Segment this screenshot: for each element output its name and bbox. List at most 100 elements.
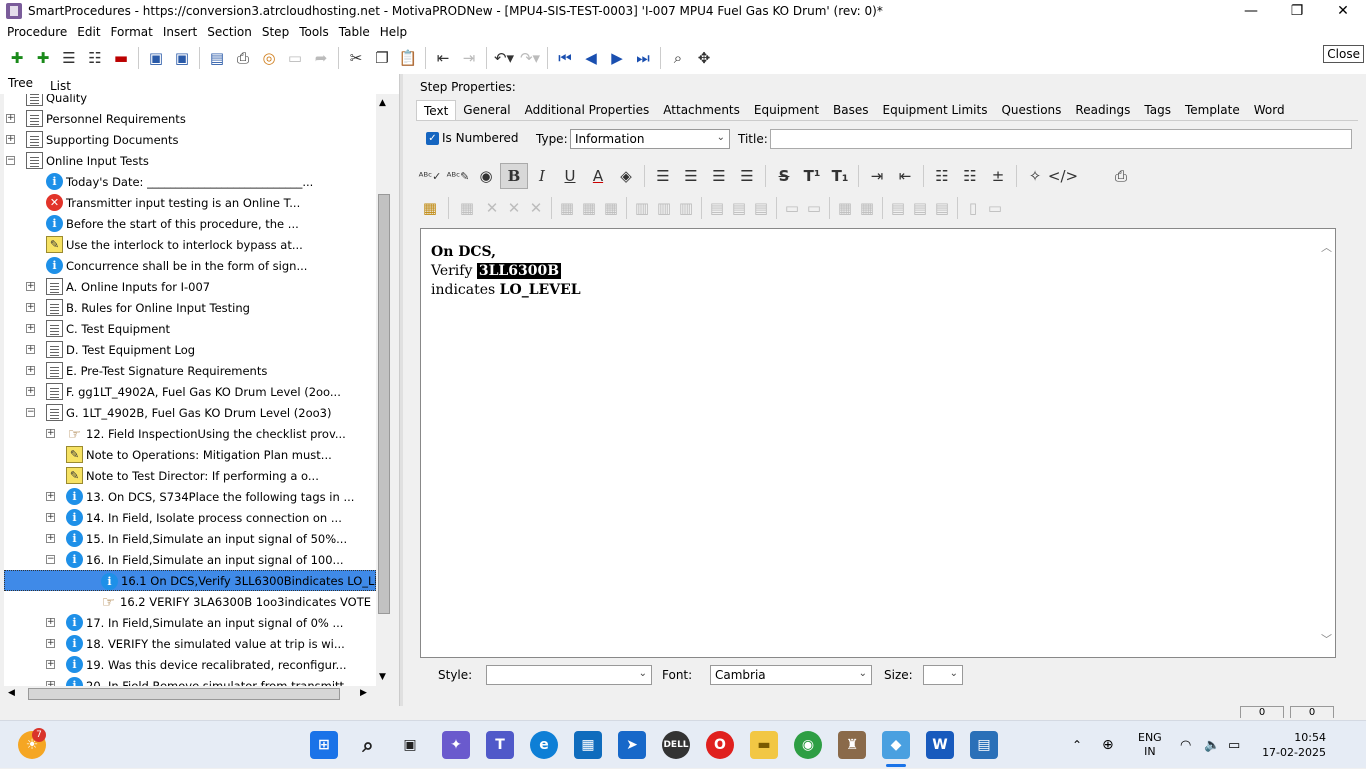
tree-node[interactable]: + i 20. In Field,Remove simulator from tra…	[4, 675, 376, 686]
tree-node[interactable]: − G. 1LT_4902B, Fuel Gas KO Drum Level (2…	[4, 402, 376, 423]
cell-tool-3-icon[interactable]: ▦	[600, 195, 622, 221]
html-source-icon[interactable]: </>	[1048, 163, 1078, 189]
decrease-indent-icon[interactable]: ⇤	[891, 163, 919, 189]
tab-general[interactable]: General	[456, 100, 517, 120]
editor-scroll-down-icon[interactable]: ﹀	[1321, 631, 1332, 647]
font-color-icon[interactable]: A	[584, 163, 612, 189]
menu-section[interactable]: Section	[202, 25, 257, 39]
size-select[interactable]: ⌄	[923, 665, 963, 685]
tree-node[interactable]: + i 17. In Field,Simulate an input signal …	[4, 612, 376, 633]
italic-button[interactable]: I	[528, 163, 556, 189]
tree-vertical-scrollbar[interactable]: ▲ ▼	[376, 94, 392, 686]
tab-template[interactable]: Template	[1178, 100, 1247, 120]
row-tool-3-icon[interactable]: ▤	[750, 195, 772, 221]
expand-icon[interactable]: +	[26, 345, 35, 354]
last-icon[interactable]: ⏭	[630, 45, 656, 71]
expand-icon[interactable]: +	[46, 618, 55, 627]
procedure-tree[interactable]: Quality + Personnel Requirements + Supportin…	[4, 94, 376, 686]
table-props-icon[interactable]: ▦	[453, 195, 481, 221]
tree-horizontal-scrollbar[interactable]: ◀ ▶	[4, 686, 376, 702]
spellcheck-auto-icon[interactable]: ᴬᴮᶜ✎	[444, 163, 472, 189]
redo-icon[interactable]: ↷▾	[517, 45, 543, 71]
title-input[interactable]	[770, 129, 1352, 149]
network-status-icon[interactable]: ⊕	[1102, 721, 1114, 769]
tree-node[interactable]: i Today's Date: _________________________…	[4, 171, 376, 192]
tab-text[interactable]: Text	[416, 100, 457, 120]
tab-word[interactable]: Word	[1247, 100, 1292, 120]
menu-insert[interactable]: Insert	[158, 25, 202, 39]
previous-icon[interactable]: ◀	[578, 45, 604, 71]
menu-help[interactable]: Help	[375, 25, 412, 39]
expand-icon[interactable]: +	[46, 534, 55, 543]
maximize-button[interactable]: ❐	[1274, 0, 1320, 22]
type-select[interactable]: Information ⌄	[570, 129, 730, 149]
col-tool-3-icon[interactable]: ▥	[675, 195, 697, 221]
align-right-icon[interactable]: ☰	[705, 163, 733, 189]
tab-readings[interactable]: Readings	[1068, 100, 1137, 120]
edge-icon[interactable]: e	[530, 731, 558, 759]
border-tool-2-icon[interactable]: ▤	[909, 195, 931, 221]
word-icon[interactable]: W	[926, 731, 954, 759]
tree-node[interactable]: + B. Rules for Online Input Testing	[4, 297, 376, 318]
tab-tree[interactable]: Tree	[8, 76, 33, 90]
highlight-icon[interactable]: ◈	[612, 163, 640, 189]
tree-node[interactable]: + F. gg1LT_4902A, Fuel Gas KO Drum Level …	[4, 381, 376, 402]
expand-icon[interactable]: +	[46, 513, 55, 522]
magic-wand-icon[interactable]: ✧	[1021, 163, 1049, 189]
tree-node[interactable]: + i 19. Was this device recalibrated, reco…	[4, 654, 376, 675]
menu-step[interactable]: Step	[257, 25, 294, 39]
bar-icon[interactable]: ▯	[962, 195, 984, 221]
start-icon[interactable]: ⊞	[310, 731, 338, 759]
undo-icon[interactable]: ↶▾	[491, 45, 517, 71]
split-tool-1-icon[interactable]: ▦	[834, 195, 856, 221]
tree-node[interactable]: i Before the start of this procedure, the…	[4, 213, 376, 234]
task-view-icon[interactable]: ▣	[396, 731, 424, 759]
tree-node[interactable]: ✎ Note to Operations: Mitigation Plan mus…	[4, 444, 376, 465]
tab-equipment[interactable]: Equipment	[747, 100, 826, 120]
expand-icon[interactable]: +	[26, 303, 35, 312]
menu-edit[interactable]: Edit	[72, 25, 105, 39]
show-hidden-icon[interactable]: ⌃	[1072, 721, 1082, 769]
tree-node[interactable]: + Personnel Requirements	[4, 108, 376, 129]
store-icon[interactable]: ▦	[574, 731, 602, 759]
expand-icon[interactable]: +	[26, 366, 35, 375]
form-icon[interactable]: ▭	[282, 45, 308, 71]
tree-node[interactable]: + ☞ 12. Field InspectionUsing the checklis…	[4, 423, 376, 444]
tab-additional-properties[interactable]: Additional Properties	[518, 100, 657, 120]
cut-icon[interactable]: ✂	[343, 45, 369, 71]
expand-icon[interactable]: +	[26, 324, 35, 333]
underline-button[interactable]: U	[556, 163, 584, 189]
copy-icon[interactable]: ❐	[369, 45, 395, 71]
find-icon[interactable]: ⌕	[665, 45, 691, 71]
tab-bases[interactable]: Bases	[826, 100, 875, 120]
border-tool-1-icon[interactable]: ▤	[887, 195, 909, 221]
spellcheck-icon[interactable]: ᴬᴮᶜ✓	[416, 163, 444, 189]
collapse-icon[interactable]: −	[46, 555, 55, 564]
split-tool-2-icon[interactable]: ▦	[856, 195, 878, 221]
paste-icon[interactable]: 📋	[395, 45, 421, 71]
file-explorer-icon[interactable]: ▬	[750, 731, 778, 759]
tree-node[interactable]: + D. Test Equipment Log	[4, 339, 376, 360]
table-tool-3-icon[interactable]: ✕	[525, 195, 547, 221]
app-icon-2[interactable]: ▤	[970, 731, 998, 759]
tab-attachments[interactable]: Attachments	[656, 100, 747, 120]
expand-icon[interactable]: +	[6, 135, 15, 144]
expand-icon[interactable]: +	[46, 639, 55, 648]
list-icon[interactable]: ☰	[56, 45, 82, 71]
col-tool-2-icon[interactable]: ▥	[653, 195, 675, 221]
expand-icon[interactable]: +	[6, 114, 15, 123]
tree-node[interactable]: i 16.1 On DCS,Verify 3LL6300Bindicates LO…	[4, 570, 376, 591]
pane-splitter[interactable]	[399, 74, 403, 706]
first-icon[interactable]: ⏮	[552, 45, 578, 71]
tab-list[interactable]: List	[50, 79, 71, 93]
tree-node[interactable]: + E. Pre-Test Signature Requirements	[4, 360, 376, 381]
tree-node[interactable]: + i 18. VERIFY the simulated value at trip…	[4, 633, 376, 654]
teams-icon[interactable]: T	[486, 731, 514, 759]
expand-icon[interactable]: +	[46, 492, 55, 501]
table-tool-2-icon[interactable]: ✕	[503, 195, 525, 221]
row-tool-1-icon[interactable]: ▤	[706, 195, 728, 221]
scroll-up-icon[interactable]: ▲	[379, 98, 386, 108]
close-button[interactable]: Close	[1323, 45, 1364, 63]
add-child-icon[interactable]: ✚	[30, 45, 56, 71]
insert-line-icon[interactable]: ±	[984, 163, 1012, 189]
